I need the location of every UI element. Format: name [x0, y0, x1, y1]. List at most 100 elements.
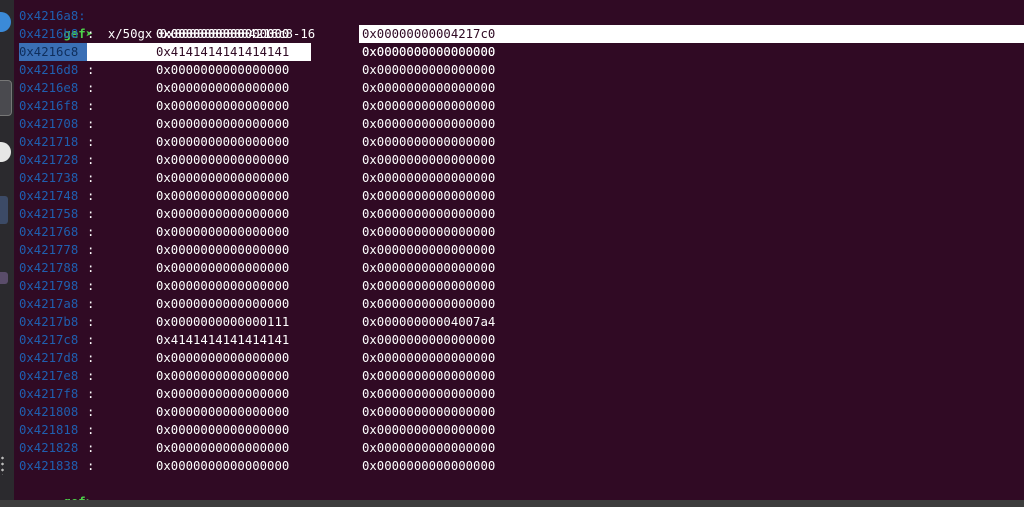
- row-value-2: 0x0000000000000000: [362, 117, 496, 131]
- row-address: 0x4216b8: [19, 27, 79, 41]
- row-colon: :: [87, 171, 95, 185]
- row-colon: :: [87, 261, 95, 275]
- row-value-1: 0x0000000000000000: [156, 153, 290, 167]
- row-address: 0x421738: [19, 171, 79, 185]
- row-address: 0x421788: [19, 261, 79, 275]
- row-colon: :: [87, 333, 95, 347]
- row-value-2: 0x0000000000000000: [362, 459, 496, 473]
- row-value-1: 0x0000000000000000: [156, 441, 290, 455]
- row-value-1: 0x0000000000000000: [156, 243, 290, 257]
- row-value-1: 0x0000000000000000: [156, 135, 290, 149]
- row-colon: :: [87, 423, 95, 437]
- row-value-1: 0x0000000000000000: [156, 261, 290, 275]
- row-address: 0x421838: [19, 459, 79, 473]
- row-address: 0x4217c8: [19, 333, 79, 347]
- row-value-2: 0x00000000004217c0: [362, 27, 496, 41]
- row-address: 0x421768: [19, 225, 79, 239]
- row-value-1: 0x0000000000000000: [156, 225, 290, 239]
- row-colon: :: [87, 405, 95, 419]
- row-value-2: 0x0000000000000000: [362, 207, 496, 221]
- terminal-window[interactable]: 0x4216a8: 0x0000000000000000 0x000000000…: [19, 0, 1024, 507]
- row-colon: :: [87, 45, 95, 59]
- row-value-2: 0x0000000000000000: [362, 369, 496, 383]
- prompt-line[interactable]: gef➤: [19, 475, 93, 507]
- browser-icon[interactable]: [0, 12, 11, 32]
- row-value-1: 0x0000000000000000: [156, 63, 290, 77]
- show-apps-dots-icon[interactable]: [1, 455, 4, 475]
- row-colon: :: [87, 99, 95, 113]
- row-value-1: 0x4141414141414141: [156, 45, 290, 59]
- row-address: 0x4216e8: [19, 81, 79, 95]
- command-line: gef➤ x/50gx 0x00000000004216c8-16: [19, 7, 315, 41]
- row-address: 0x4217b8: [19, 315, 79, 329]
- row-value-2: 0x0000000000000000: [362, 279, 496, 293]
- row-address: 0x4217f8: [19, 387, 79, 401]
- row-value-1: 0x0000000000000000: [156, 351, 290, 365]
- row-colon: :: [87, 135, 95, 149]
- row-address: 0x4216d8: [19, 63, 79, 77]
- row-colon: :: [87, 459, 95, 473]
- row-address: 0x421828: [19, 441, 79, 455]
- row-value-2: 0x0000000000000000: [362, 81, 496, 95]
- row-value-1: 0x0000000000000000: [156, 387, 290, 401]
- row-address: 0x421708: [19, 117, 79, 131]
- row-address: 0x4216c8: [19, 45, 79, 59]
- row-value-1: 0x4141414141414141: [156, 333, 290, 347]
- row-value-2: 0x0000000000000000: [362, 171, 496, 185]
- row-value-1: 0x0000000000000000: [156, 171, 290, 185]
- row-colon: :: [87, 225, 95, 239]
- dock: [0, 0, 14, 507]
- row-value-2: 0x0000000000000000: [362, 297, 496, 311]
- editor-icon[interactable]: [0, 196, 8, 224]
- row-value-1: 0x0000000000000000: [156, 189, 290, 203]
- row-address: 0x421808: [19, 405, 79, 419]
- row-colon: :: [87, 351, 95, 365]
- row-address: 0x421758: [19, 207, 79, 221]
- row-value-2: 0x0000000000000000: [362, 45, 496, 59]
- row-address: 0x421748: [19, 189, 79, 203]
- desktop-screen: 0x4216a8: 0x0000000000000000 0x000000000…: [0, 0, 1024, 507]
- row-value-2: 0x0000000000000000: [362, 423, 496, 437]
- row-value-2: 0x0000000000000000: [362, 189, 496, 203]
- row-address: 0x4217d8: [19, 351, 79, 365]
- row-colon: :: [87, 81, 95, 95]
- row-colon: :: [87, 63, 95, 77]
- row-colon: :: [87, 279, 95, 293]
- app-icon[interactable]: [0, 142, 11, 162]
- row-colon: :: [87, 441, 95, 455]
- row-colon: :: [87, 207, 95, 221]
- row-address: 0x421818: [19, 423, 79, 437]
- row-value-2: 0x0000000000000000: [362, 63, 496, 77]
- row-value-2: 0x0000000000000000: [362, 261, 496, 275]
- row-value-2: 0x0000000000000000: [362, 405, 496, 419]
- row-colon: :: [87, 117, 95, 131]
- row-value-1: 0x0000000000000000: [156, 117, 290, 131]
- row-colon: :: [87, 243, 95, 257]
- row-colon: :: [87, 189, 95, 203]
- row-value-2: 0x0000000000000000: [362, 153, 496, 167]
- row-address: 0x421798: [19, 279, 79, 293]
- row-colon: :: [87, 387, 95, 401]
- row-colon: :: [87, 153, 95, 167]
- row-value-1: 0x0000000000000000: [156, 405, 290, 419]
- row-address: 0x4217e8: [19, 369, 79, 383]
- row-value-1: 0x0000000000000000: [156, 81, 290, 95]
- row-address: 0x421728: [19, 153, 79, 167]
- app-icon-small[interactable]: [0, 272, 8, 284]
- row-value-1: 0x0000000000000000: [156, 99, 290, 113]
- row-colon: :: [87, 369, 95, 383]
- window-bottom-edge: [0, 500, 1024, 507]
- row-colon: :: [87, 297, 95, 311]
- files-icon[interactable]: [0, 80, 12, 116]
- row-value-2: 0x0000000000000000: [362, 387, 496, 401]
- row-value-1: 0x0000000000000000: [156, 369, 290, 383]
- row-value-1: 0x0000000000000000: [156, 423, 290, 437]
- row-value-2: 0x0000000000000000: [362, 333, 496, 347]
- row-value-2: 0x0000000000000000: [362, 225, 496, 239]
- row-value-1: 0x0000000000000000: [156, 27, 290, 41]
- row-value-2: 0x0000000000000000: [362, 135, 496, 149]
- row-value-1: 0x0000000000000000: [156, 459, 290, 473]
- partial-memory-row: 0x4216a8: 0x0000000000000000 0x000000000…: [19, 0, 495, 59]
- row-value-2: 0x0000000000000000: [362, 441, 496, 455]
- row-colon: :: [87, 27, 95, 41]
